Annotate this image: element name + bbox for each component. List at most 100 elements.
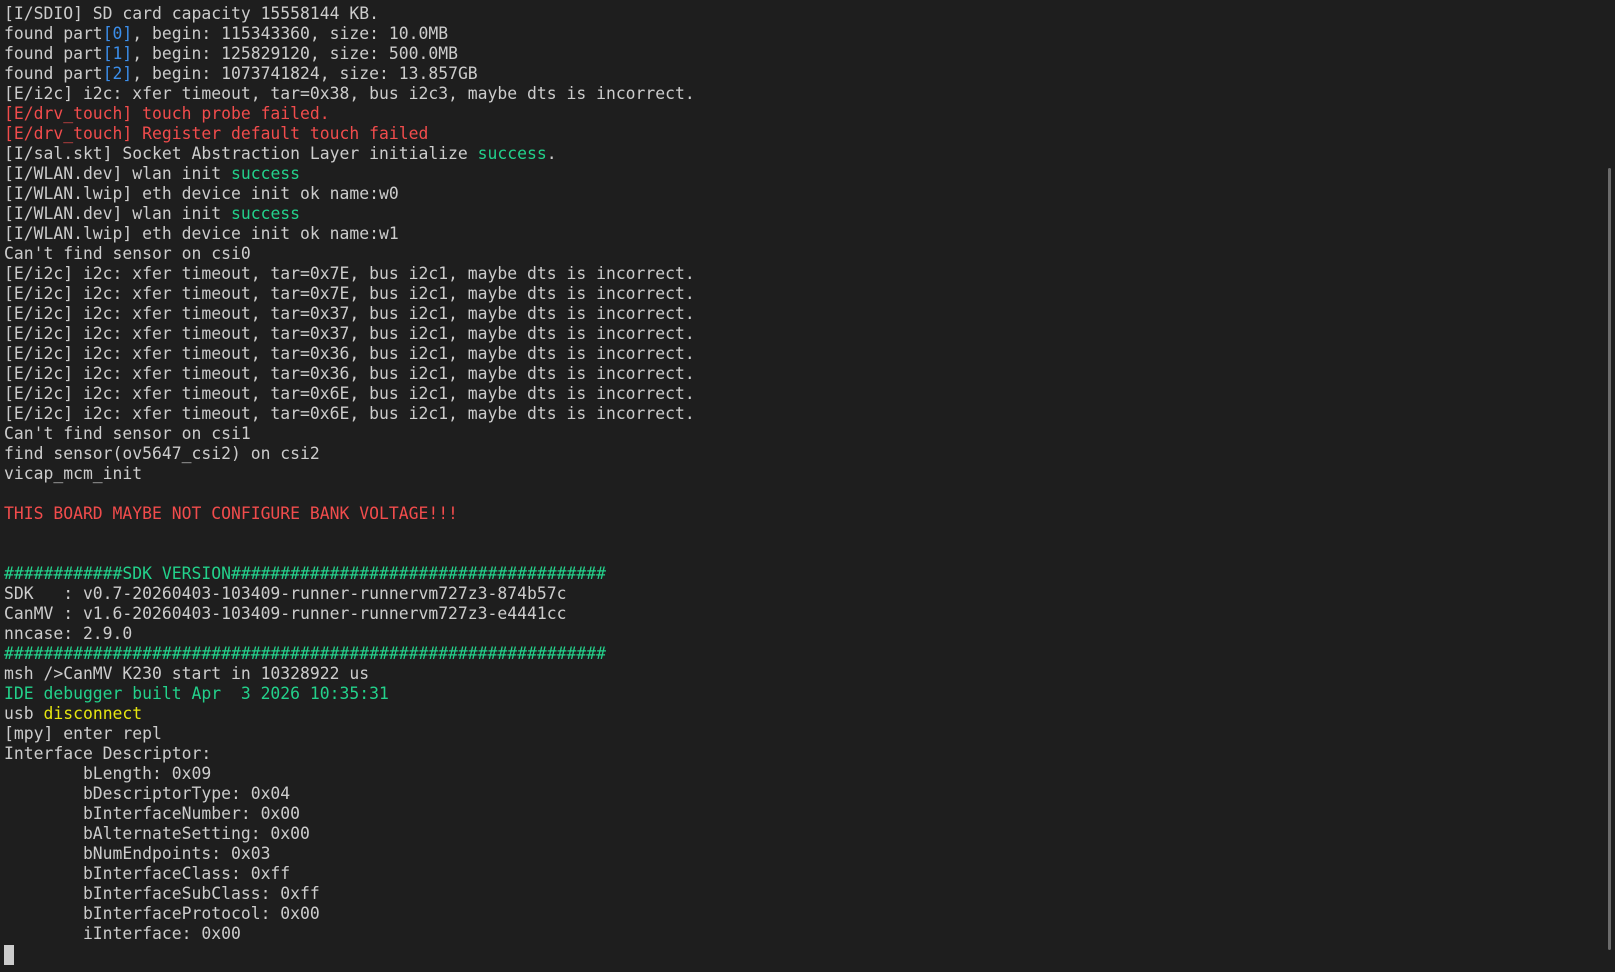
terminal-line: [E/i2c] i2c: xfer timeout, tar=0x36, bus… bbox=[4, 344, 695, 364]
terminal-text-segment: nncase: 2.9.0 bbox=[4, 624, 133, 643]
terminal-line: [mpy] enter repl bbox=[4, 724, 695, 744]
terminal-text-segment: usb bbox=[4, 704, 44, 723]
terminal-text-segment: IDE debugger built Apr 3 2026 10:35:31 bbox=[4, 684, 389, 703]
terminal-output[interactable]: [I/SDIO] SD card capacity 15558144 KB. fo… bbox=[0, 0, 1600, 972]
terminal-text-segment: [E/i2c] i2c: xfer timeout, tar=0x7E, bus… bbox=[4, 284, 695, 303]
terminal-text-segment: bNumEndpoints: 0x03 bbox=[4, 844, 271, 863]
terminal-line: THIS BOARD MAYBE NOT CONFIGURE BANK VOLT… bbox=[4, 504, 695, 524]
terminal-line: found part[1], begin: 125829120, size: 5… bbox=[4, 44, 695, 64]
terminal-text-segment: bInterfaceNumber: 0x00 bbox=[4, 804, 301, 823]
terminal-line: [E/i2c] i2c: xfer timeout, tar=0x7E, bus… bbox=[4, 284, 695, 304]
terminal-text-segment: [E/drv_touch] Register default touch fai… bbox=[4, 124, 429, 143]
terminal-line: SDK : v0.7-20260403-103409-runner-runner… bbox=[4, 584, 695, 604]
terminal-text-segment: [mpy] enter repl bbox=[4, 724, 162, 743]
terminal-text-segment: , begin: 1073741824, size: 13.857GB bbox=[132, 64, 478, 83]
terminal-line: [E/drv_touch] Register default touch fai… bbox=[4, 124, 695, 144]
terminal-text-segment: CanMV : v1.6-20260403-103409-runner-runn… bbox=[4, 604, 567, 623]
terminal-text-segment: [I/WLAN.dev] wlan init bbox=[4, 204, 231, 223]
terminal-line: vicap_mcm_init bbox=[4, 464, 695, 484]
terminal-line: Can't find sensor on csi1 bbox=[4, 424, 695, 444]
terminal-text-segment: [E/i2c] i2c: xfer timeout, tar=0x37, bus… bbox=[4, 304, 695, 323]
terminal-text-segment: [E/drv_touch] touch probe failed. bbox=[4, 104, 330, 123]
terminal-line: iInterface: 0x00 bbox=[4, 924, 695, 944]
terminal-text-segment: found part bbox=[4, 44, 103, 63]
terminal-text-segment: [E/i2c] i2c: xfer timeout, tar=0x36, bus… bbox=[4, 364, 695, 383]
terminal-line: IDE debugger built Apr 3 2026 10:35:31 bbox=[4, 684, 695, 704]
terminal-line: msh />CanMV K230 start in 10328922 us bbox=[4, 664, 695, 684]
terminal-text-segment: iInterface: 0x00 bbox=[4, 924, 241, 943]
terminal-line: found part[0], begin: 115343360, size: 1… bbox=[4, 24, 695, 44]
terminal-text-segment: bLength: 0x09 bbox=[4, 764, 212, 783]
terminal-line: [I/WLAN.dev] wlan init success bbox=[4, 204, 695, 224]
terminal-text-segment: [I/WLAN.dev] wlan init bbox=[4, 164, 231, 183]
terminal-text-segment: Interface Descriptor: bbox=[4, 744, 212, 763]
terminal-line: [E/i2c] i2c: xfer timeout, tar=0x38, bus… bbox=[4, 84, 695, 104]
terminal-lines: [I/SDIO] SD card capacity 15558144 KB. fo… bbox=[4, 4, 695, 944]
terminal-text-segment: [E/i2c] i2c: xfer timeout, tar=0x38, bus… bbox=[4, 84, 695, 103]
terminal-line: Interface Descriptor: bbox=[4, 744, 695, 764]
terminal-line: [I/WLAN.lwip] eth device init ok name:w0 bbox=[4, 184, 695, 204]
terminal-line: Can't find sensor on csi0 bbox=[4, 244, 695, 264]
terminal-text-segment: ########################################… bbox=[4, 644, 606, 663]
terminal-text-segment: [E/i2c] i2c: xfer timeout, tar=0x6E, bus… bbox=[4, 404, 695, 423]
terminal-text-segment: success bbox=[230, 204, 301, 223]
terminal-text-segment: Can't find sensor on csi1 bbox=[4, 424, 251, 443]
terminal-text-segment: disconnect bbox=[43, 704, 143, 723]
terminal-line: [E/i2c] i2c: xfer timeout, tar=0x7E, bus… bbox=[4, 264, 695, 284]
terminal-line: [I/SDIO] SD card capacity 15558144 KB. bbox=[4, 4, 695, 24]
terminal-text-segment: [0] bbox=[102, 24, 133, 43]
terminal-text-segment: found part bbox=[4, 64, 103, 83]
terminal-text-segment: success bbox=[230, 164, 301, 183]
terminal-text-segment: [I/sal.skt] Socket Abstraction Layer ini… bbox=[4, 144, 478, 163]
terminal-line: bInterfaceProtocol: 0x00 bbox=[4, 904, 695, 924]
terminal-text-segment: SDK : v0.7-20260403-103409-runner-runner… bbox=[4, 584, 567, 603]
terminal-line: [E/i2c] i2c: xfer timeout, tar=0x6E, bus… bbox=[4, 384, 695, 404]
terminal-line: [I/sal.skt] Socket Abstraction Layer ini… bbox=[4, 144, 695, 164]
terminal-text-segment: [E/i2c] i2c: xfer timeout, tar=0x36, bus… bbox=[4, 344, 695, 363]
terminal-text-segment: [E/i2c] i2c: xfer timeout, tar=0x7E, bus… bbox=[4, 264, 695, 283]
terminal-text-segment: [I/WLAN.lwip] eth device init ok name:w0 bbox=[4, 184, 399, 203]
terminal-text-segment: bDescriptorType: 0x04 bbox=[4, 784, 291, 803]
terminal-text-segment: [E/i2c] i2c: xfer timeout, tar=0x37, bus… bbox=[4, 324, 695, 343]
terminal-line: find sensor(ov5647_csi2) on csi2 bbox=[4, 444, 695, 464]
terminal-text-segment: [1] bbox=[102, 44, 133, 63]
scrollbar-thumb[interactable] bbox=[1608, 168, 1611, 950]
terminal-line: ############SDK VERSION#################… bbox=[4, 564, 695, 584]
terminal-text-segment: success bbox=[477, 144, 547, 163]
terminal-line: bNumEndpoints: 0x03 bbox=[4, 844, 695, 864]
terminal-line: [I/WLAN.dev] wlan init success bbox=[4, 164, 695, 184]
terminal-text-segment: ############SDK VERSION#################… bbox=[4, 564, 606, 583]
terminal-line: bLength: 0x09 bbox=[4, 764, 695, 784]
terminal-text-segment: Can't find sensor on csi0 bbox=[4, 244, 251, 263]
terminal-line: ########################################… bbox=[4, 644, 695, 664]
terminal-line: bInterfaceNumber: 0x00 bbox=[4, 804, 695, 824]
terminal-text-segment: found part bbox=[4, 24, 103, 43]
terminal-text-segment: bInterfaceSubClass: 0xff bbox=[4, 884, 320, 903]
terminal-line: bDescriptorType: 0x04 bbox=[4, 784, 695, 804]
terminal-text-segment: , begin: 115343360, size: 10.0MB bbox=[132, 24, 449, 43]
terminal-text-segment: msh />CanMV K230 start in 10328922 us bbox=[4, 664, 370, 683]
terminal-line: bInterfaceClass: 0xff bbox=[4, 864, 695, 884]
terminal-line: [E/i2c] i2c: xfer timeout, tar=0x6E, bus… bbox=[4, 404, 695, 424]
terminal-text-segment: bInterfaceClass: 0xff bbox=[4, 864, 291, 883]
terminal-line: CanMV : v1.6-20260403-103409-runner-runn… bbox=[4, 604, 695, 624]
terminal-cursor bbox=[4, 945, 14, 965]
terminal-text-segment: [I/SDIO] SD card capacity 15558144 KB. bbox=[4, 4, 379, 23]
terminal-text-segment: [I/WLAN.lwip] eth device init ok name:w1 bbox=[4, 224, 399, 243]
terminal-text-segment: [E/i2c] i2c: xfer timeout, tar=0x6E, bus… bbox=[4, 384, 695, 403]
terminal-text-segment: , begin: 125829120, size: 500.0MB bbox=[132, 44, 458, 63]
terminal-text-segment: [2] bbox=[102, 64, 133, 83]
terminal-text-segment: bAlternateSetting: 0x00 bbox=[4, 824, 310, 843]
terminal-text-segment: . bbox=[546, 144, 557, 163]
terminal-line: [I/WLAN.lwip] eth device init ok name:w1 bbox=[4, 224, 695, 244]
terminal-line: [E/i2c] i2c: xfer timeout, tar=0x36, bus… bbox=[4, 364, 695, 384]
terminal-line: bInterfaceSubClass: 0xff bbox=[4, 884, 695, 904]
terminal-line: [E/i2c] i2c: xfer timeout, tar=0x37, bus… bbox=[4, 324, 695, 344]
terminal-scrollbar[interactable] bbox=[1600, 0, 1615, 972]
terminal-line: [E/i2c] i2c: xfer timeout, tar=0x37, bus… bbox=[4, 304, 695, 324]
terminal-line: bAlternateSetting: 0x00 bbox=[4, 824, 695, 844]
terminal-line: usb disconnect bbox=[4, 704, 695, 724]
